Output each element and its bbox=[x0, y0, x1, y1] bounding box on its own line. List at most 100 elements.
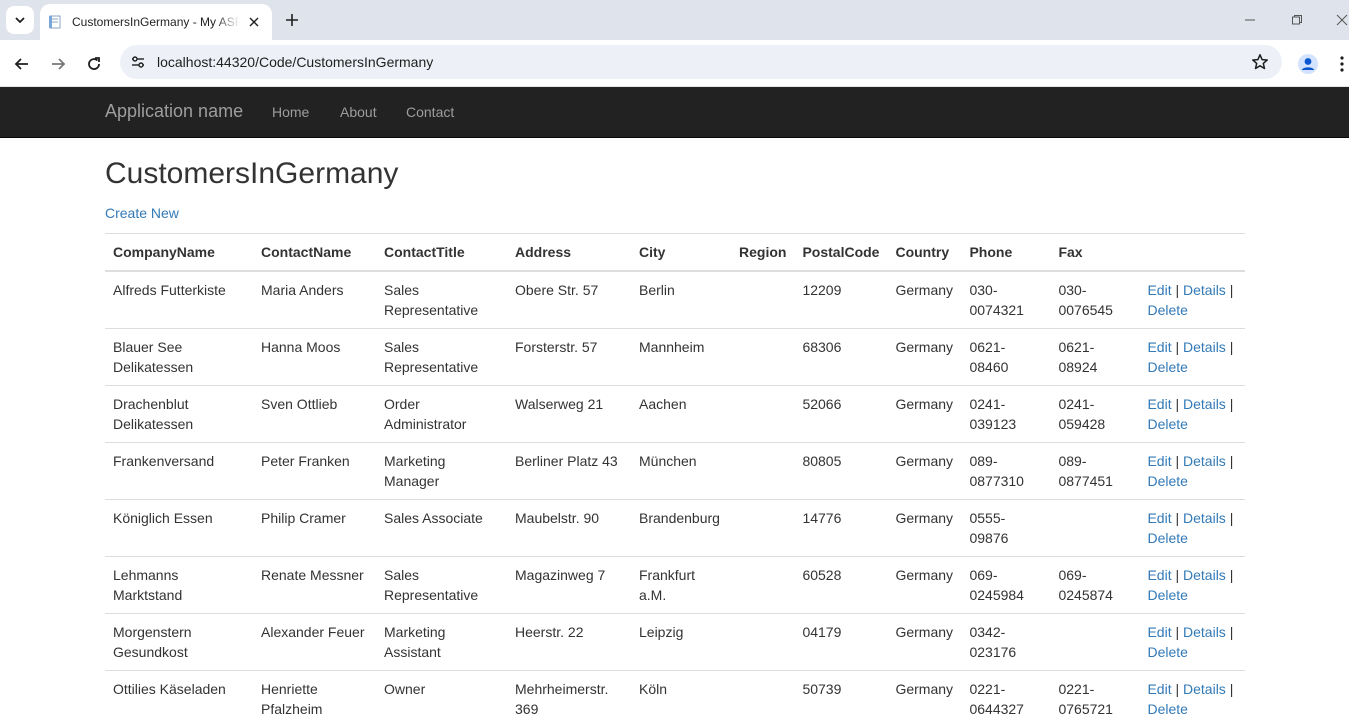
forward-button[interactable] bbox=[44, 50, 72, 78]
details-link[interactable]: Details bbox=[1183, 567, 1226, 583]
tune-icon[interactable] bbox=[124, 48, 152, 76]
cell-address: Walserweg 21 bbox=[507, 385, 631, 443]
edit-link[interactable]: Edit bbox=[1147, 282, 1171, 298]
brand-link[interactable]: Application name bbox=[105, 101, 243, 122]
cell-country: Germany bbox=[887, 442, 962, 500]
arrow-right-icon bbox=[52, 58, 66, 70]
cell-companyname: Drachenblut Delikatessen bbox=[105, 385, 253, 443]
separator: | bbox=[1175, 339, 1180, 355]
cell-companyname: Königlich Essen bbox=[105, 499, 253, 557]
cell-phone: 069-0245984 bbox=[961, 556, 1051, 614]
nav-home[interactable]: Home bbox=[272, 104, 309, 120]
details-link[interactable]: Details bbox=[1183, 453, 1226, 469]
header-address: Address bbox=[507, 233, 631, 272]
cell-contacttitle: Sales Representative bbox=[376, 328, 507, 386]
cell-postalcode: 14776 bbox=[794, 499, 888, 557]
arrow-left-icon bbox=[14, 58, 28, 70]
new-tab-button[interactable] bbox=[280, 8, 304, 32]
row-actions: Edit | Details | Delete bbox=[1139, 385, 1245, 443]
reload-button[interactable] bbox=[80, 50, 108, 78]
cell-postalcode: 80805 bbox=[794, 442, 888, 500]
delete-link[interactable]: Delete bbox=[1147, 302, 1187, 318]
separator: | bbox=[1229, 624, 1234, 640]
table-row: Frankenversand Peter Franken Marketing Man… bbox=[105, 442, 1245, 500]
header-fax: Fax bbox=[1050, 233, 1140, 272]
details-link[interactable]: Details bbox=[1183, 282, 1226, 298]
cell-country: Germany bbox=[887, 499, 962, 557]
cell-postalcode: 68306 bbox=[794, 328, 888, 386]
customers-table: CompanyName ContactName ContactTitle Add… bbox=[105, 233, 1245, 728]
delete-link[interactable]: Delete bbox=[1147, 644, 1187, 660]
separator: | bbox=[1175, 624, 1180, 640]
cell-region bbox=[731, 385, 795, 443]
tab-title: CustomersInGermany - My ASP.NET Applicat… bbox=[72, 15, 240, 29]
address-bar[interactable]: localhost:44320/Code/CustomersInGermany bbox=[120, 45, 1282, 79]
separator: | bbox=[1175, 453, 1180, 469]
delete-link[interactable]: Delete bbox=[1147, 416, 1187, 432]
cell-contactname: Peter Franken bbox=[253, 442, 376, 500]
cell-contacttitle: Sales Representative bbox=[376, 556, 507, 614]
back-button[interactable] bbox=[8, 50, 36, 78]
header-postalcode: PostalCode bbox=[794, 233, 888, 272]
edit-link[interactable]: Edit bbox=[1147, 396, 1171, 412]
browser-toolbar: localhost:44320/Code/CustomersInGermany bbox=[0, 40, 1349, 87]
minimize-button[interactable] bbox=[1236, 6, 1264, 34]
cell-address: Berliner Platz 43 bbox=[507, 442, 631, 500]
delete-link[interactable]: Delete bbox=[1147, 701, 1187, 717]
delete-link[interactable]: Delete bbox=[1147, 473, 1187, 489]
create-new-link[interactable]: Create New bbox=[105, 203, 179, 223]
table-row: Morgenstern Gesundkost Alexander Feuer Mar… bbox=[105, 613, 1245, 671]
profile-icon[interactable] bbox=[1294, 50, 1322, 78]
cell-country: Germany bbox=[887, 613, 962, 671]
delete-link[interactable]: Delete bbox=[1147, 359, 1187, 375]
cell-contacttitle: Sales Associate bbox=[376, 499, 507, 557]
edit-link[interactable]: Edit bbox=[1147, 510, 1171, 526]
restore-button[interactable] bbox=[1283, 6, 1311, 34]
row-actions: Edit | Details | Delete bbox=[1139, 442, 1245, 500]
edit-link[interactable]: Edit bbox=[1147, 567, 1171, 583]
nav-contact[interactable]: Contact bbox=[406, 104, 454, 120]
site-navbar: Application name Home About Contact bbox=[0, 87, 1349, 138]
cell-country: Germany bbox=[887, 270, 962, 329]
table-body: Alfreds Futterkiste Maria Anders Sales Rep… bbox=[105, 270, 1245, 728]
table-row: Alfreds Futterkiste Maria Anders Sales Rep… bbox=[105, 270, 1245, 329]
separator: | bbox=[1229, 510, 1234, 526]
plus-icon bbox=[286, 14, 298, 26]
edit-link[interactable]: Edit bbox=[1147, 624, 1171, 640]
details-link[interactable]: Details bbox=[1183, 510, 1226, 526]
browser-tab-strip: CustomersInGermany - My ASP.NET Applicat… bbox=[0, 0, 1349, 40]
edit-link[interactable]: Edit bbox=[1147, 339, 1171, 355]
star-icon[interactable] bbox=[1248, 50, 1272, 74]
delete-link[interactable]: Delete bbox=[1147, 530, 1187, 546]
row-actions: Edit | Details | Delete bbox=[1139, 499, 1245, 557]
cell-companyname: Morgenstern Gesundkost bbox=[105, 613, 253, 671]
details-link[interactable]: Details bbox=[1183, 681, 1226, 697]
details-link[interactable]: Details bbox=[1183, 339, 1226, 355]
delete-link[interactable]: Delete bbox=[1147, 587, 1187, 603]
cell-country: Germany bbox=[887, 385, 962, 443]
row-actions: Edit | Details | Delete bbox=[1139, 613, 1245, 671]
header-companyname: CompanyName bbox=[105, 233, 253, 272]
cell-region bbox=[731, 270, 795, 329]
cell-contacttitle: Marketing Assistant bbox=[376, 613, 507, 671]
cell-contactname: Alexander Feuer bbox=[253, 613, 376, 671]
cell-fax: 069-0245874 bbox=[1050, 556, 1140, 614]
kebab-menu-icon[interactable] bbox=[1334, 50, 1349, 78]
cell-postalcode: 60528 bbox=[794, 556, 888, 614]
nav-about[interactable]: About bbox=[340, 104, 377, 120]
details-link[interactable]: Details bbox=[1183, 396, 1226, 412]
tab-list-button[interactable] bbox=[6, 6, 34, 34]
edit-link[interactable]: Edit bbox=[1147, 453, 1171, 469]
browser-tab[interactable]: CustomersInGermany - My ASP.NET Applicat… bbox=[40, 4, 272, 40]
cell-fax: 0621-08924 bbox=[1050, 328, 1140, 386]
cell-companyname: Frankenversand bbox=[105, 442, 253, 500]
table-row: Königlich Essen Philip Cramer Sales Associ… bbox=[105, 499, 1245, 557]
separator: | bbox=[1175, 681, 1180, 697]
url-text: localhost:44320/Code/CustomersInGermany bbox=[157, 54, 434, 70]
edit-link[interactable]: Edit bbox=[1147, 681, 1171, 697]
close-window-button[interactable] bbox=[1328, 6, 1349, 34]
close-icon[interactable] bbox=[246, 14, 262, 30]
header-country: Country bbox=[887, 233, 962, 272]
cell-city: Berlin bbox=[631, 270, 731, 329]
details-link[interactable]: Details bbox=[1183, 624, 1226, 640]
